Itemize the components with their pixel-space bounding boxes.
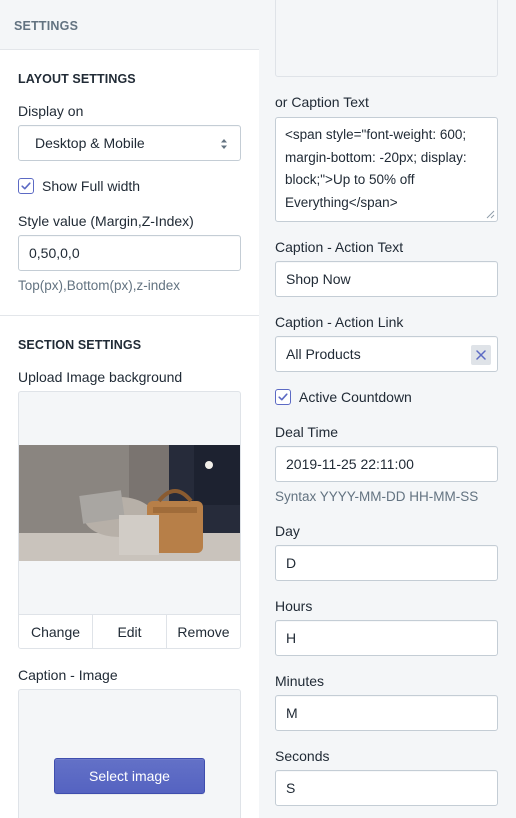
active-countdown-label: Active Countdown (299, 389, 412, 405)
settings-header-title: SETTINGS (14, 19, 79, 33)
deal-time-help: Syntax YYYY-MM-DD HH-MM-SS (275, 489, 479, 504)
action-link-value: All Products (286, 346, 361, 362)
display-on-label: Display on (18, 103, 84, 119)
chevron-up-down-icon (221, 139, 227, 149)
hours-label: Hours (275, 598, 313, 614)
remove-image-button[interactable]: Remove (166, 615, 240, 648)
caption-image-label: Caption - Image (18, 667, 118, 683)
deal-time-label: Deal Time (275, 424, 339, 440)
close-icon (476, 350, 486, 360)
minutes-input[interactable]: M (275, 695, 498, 731)
day-input[interactable]: D (275, 545, 498, 581)
image-actions-bar: Change Edit Remove (19, 614, 240, 648)
display-on-value: Desktop & Mobile (35, 135, 145, 151)
section-settings-title: SECTION SETTINGS (18, 338, 142, 352)
caption-text-value: <span style="font-weight: 600; margin-bo… (285, 127, 467, 210)
resize-grip-icon[interactable] (486, 210, 495, 219)
settings-left-panel: SETTINGS LAYOUT SETTINGS Display on Desk… (0, 0, 259, 818)
action-link-input[interactable]: All Products (275, 336, 498, 372)
active-countdown-checkbox[interactable] (275, 389, 291, 405)
checkmark-icon (21, 182, 31, 190)
image-placeholder[interactable] (275, 0, 498, 77)
seconds-value: S (286, 780, 296, 796)
seconds-label: Seconds (275, 748, 330, 764)
action-text-label: Caption - Action Text (275, 239, 404, 255)
upload-image-label: Upload Image background (18, 369, 183, 385)
deal-time-input[interactable]: 2019-11-25 22:11:00 (275, 446, 498, 482)
background-image-preview[interactable] (19, 445, 240, 561)
hours-input[interactable]: H (275, 620, 498, 656)
action-text-value: Shop Now (286, 271, 351, 287)
action-text-input[interactable]: Shop Now (275, 261, 498, 297)
edit-image-button[interactable]: Edit (92, 615, 166, 648)
background-image-picker: Change Edit Remove (18, 391, 241, 649)
hours-value: H (286, 630, 297, 646)
caption-text-label: or Caption Text (275, 94, 369, 110)
layout-settings-title: LAYOUT SETTINGS (18, 72, 136, 86)
settings-header: SETTINGS (0, 0, 259, 50)
display-on-select[interactable]: Desktop & Mobile (18, 125, 241, 161)
deal-time-value: 2019-11-25 22:11:00 (286, 456, 414, 472)
minutes-value: M (286, 705, 298, 721)
show-full-width-checkbox[interactable] (18, 178, 34, 194)
caption-image-picker: Select image (18, 689, 241, 818)
style-value-text: 0,50,0,0 (29, 245, 80, 261)
change-image-button[interactable]: Change (19, 615, 92, 648)
select-image-button[interactable]: Select image (54, 758, 205, 794)
caption-text-textarea[interactable]: <span style="font-weight: 600; margin-bo… (275, 117, 498, 222)
style-value-input[interactable]: 0,50,0,0 (18, 235, 241, 271)
show-full-width-label: Show Full width (42, 178, 141, 194)
style-value-label: Style value (Margin,Z-Index) (18, 213, 194, 229)
seconds-input[interactable]: S (275, 770, 498, 806)
minutes-label: Minutes (275, 673, 325, 689)
checkmark-icon (278, 393, 288, 401)
clear-link-button[interactable] (471, 345, 491, 365)
day-label: Day (275, 523, 300, 539)
day-value: D (286, 555, 297, 571)
action-link-label: Caption - Action Link (275, 314, 404, 330)
section-divider (0, 315, 259, 316)
style-value-help: Top(px),Bottom(px),z-index (18, 278, 181, 293)
